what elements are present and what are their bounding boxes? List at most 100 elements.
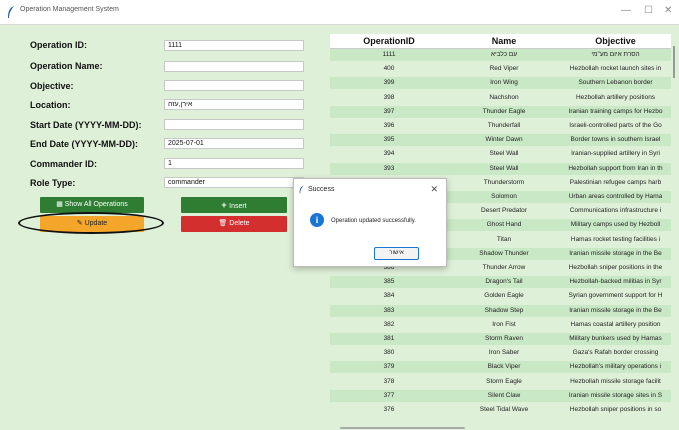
- trash-icon: 🗑: [218, 220, 230, 227]
- cell-objective: Military bunkers used by Hamas: [569, 335, 662, 342]
- insert-label: Insert: [229, 203, 247, 210]
- dialog-ok-button[interactable]: אישור: [374, 247, 419, 260]
- cell-operation-id: 382: [383, 320, 395, 328]
- success-dialog: Success ✕ i Operation updated successful…: [293, 178, 447, 267]
- table-row[interactable]: 400 Red Viper Hezbollah rocket launch site…: [330, 63, 671, 76]
- cell-name: Titan: [496, 235, 512, 243]
- cell-objective: Hamas coastal artillery position: [570, 320, 661, 328]
- table-row[interactable]: 394 Steel Wall Iranian-supplied artillery …: [330, 148, 671, 161]
- header-name[interactable]: Name: [448, 36, 560, 46]
- show-all-operations-button[interactable]: ▦ Show All Operations: [40, 197, 144, 213]
- operation-name-input[interactable]: [164, 61, 304, 72]
- scrollbar-thumb[interactable]: [340, 427, 465, 429]
- cell-objective: Hezbollah sniper positions in so: [569, 406, 662, 413]
- cell-objective: Military camps used by Hezboll: [570, 221, 661, 229]
- cell-operation-id: 385: [383, 278, 395, 286]
- cell-name: Shadow Thunder: [479, 249, 529, 257]
- table-header: OperationID Name Objective: [330, 34, 671, 49]
- cell-name: Dragon's Tail: [485, 278, 523, 286]
- location-input[interactable]: [164, 99, 304, 110]
- table-row[interactable]: 393 Steel Wall Hezbollah support from Iran…: [330, 162, 671, 175]
- cell-name: Desert Predator: [481, 207, 527, 215]
- start-date-input[interactable]: [164, 119, 304, 130]
- delete-label: Delete: [229, 220, 250, 227]
- table-row[interactable]: 399 Iron Wing Southern Lebanon border: [330, 77, 671, 90]
- table-row[interactable]: 382 Iron Fist Hamas coastal artillery posi…: [330, 318, 671, 331]
- table-row[interactable]: 383 Shadow Step Iranian missile storage in…: [330, 304, 671, 317]
- label-commander-id: Commander ID:: [30, 159, 98, 169]
- cell-name: Black Viper: [487, 363, 521, 371]
- cell-name: Solomon: [491, 193, 517, 200]
- delete-button[interactable]: 🗑 Delete: [181, 216, 287, 232]
- cell-objective: Southern Lebanon border: [578, 79, 653, 87]
- header-operation-id[interactable]: OperationID: [330, 36, 448, 46]
- cell-operation-id: 397: [383, 107, 395, 115]
- cell-objective: Iranian-supplied artillery in Syri: [571, 150, 660, 158]
- dialog-close-button[interactable]: ✕: [430, 184, 438, 195]
- header-objective[interactable]: Objective: [560, 36, 671, 46]
- cell-operation-id: 396: [383, 122, 395, 129]
- cell-objective: Israeli-controlled parts of the Go: [569, 122, 662, 129]
- end-date-input[interactable]: [164, 138, 304, 149]
- cell-name: Nachshon: [489, 93, 519, 101]
- cell-objective: Hezbollah artillery positions: [575, 93, 656, 101]
- cell-operation-id: 384: [383, 292, 395, 300]
- commander-id-input[interactable]: [164, 158, 304, 169]
- cell-name: Winter Dawn: [485, 136, 523, 144]
- cell-operation-id: 400: [383, 65, 395, 73]
- table-row[interactable]: 379 Black Viper Hezbollah's military opera…: [330, 361, 671, 374]
- table-row[interactable]: 385 Dragon's Tail Hezbollah-backed militia…: [330, 276, 671, 289]
- table-row[interactable]: 1111 עם כלביא הסרת איום מע"מי: [330, 49, 671, 61]
- horizontal-scrollbar[interactable]: [330, 426, 671, 430]
- cell-objective: Hezbollah rocket launch sites in: [569, 65, 662, 73]
- table-row[interactable]: 381 Storm Raven Military bunkers used by H…: [330, 333, 671, 345]
- cell-name: Storm Eagle: [486, 377, 522, 385]
- cell-name: Iron Fist: [492, 320, 516, 328]
- table-row[interactable]: 384 Golden Eagle Syrian government support…: [330, 290, 671, 303]
- label-end-date: End Date (YYYY-MM-DD):: [30, 139, 138, 149]
- cell-name: Golden Eagle: [484, 292, 524, 300]
- role-type-input[interactable]: [164, 177, 304, 188]
- cell-operation-id: 1111: [382, 51, 396, 58]
- table-row[interactable]: 377 Silent Claw Iranian missile storage si…: [330, 389, 671, 402]
- show-all-label: Show All Operations: [64, 201, 128, 208]
- table-row[interactable]: 396 Thunderfall Israeli-controlled parts o…: [330, 120, 671, 132]
- cell-name: Steel Wall: [489, 164, 519, 172]
- cell-name: Thunder Eagle: [482, 107, 526, 115]
- title-bar: Operation Management System — ☐ ✕: [0, 0, 679, 25]
- table-row[interactable]: 398 Nachshon Hezbollah artillery positions: [330, 91, 671, 104]
- close-button[interactable]: ✕: [664, 5, 672, 16]
- insert-button[interactable]: + Insert: [181, 197, 287, 213]
- scrollbar-thumb[interactable]: [673, 46, 675, 78]
- cell-operation-id: 398: [383, 93, 395, 101]
- cell-objective: Border towns in southern Israel: [570, 136, 661, 144]
- minimize-button[interactable]: —: [621, 5, 631, 16]
- cell-name: Silent Claw: [487, 391, 521, 399]
- cell-objective: Hezbollah's military operations i: [569, 363, 662, 371]
- feather-icon: [8, 6, 14, 18]
- cell-objective: Hezbollah-backed militias in Syr: [569, 278, 662, 286]
- dialog-message: Operation updated successfully.: [331, 218, 416, 224]
- table-row[interactable]: 395 Winter Dawn Border towns in southern I…: [330, 134, 671, 147]
- table-row[interactable]: 378 Storm Eagle Hezbollah missile storage …: [330, 375, 671, 388]
- cell-operation-id: 378: [383, 377, 395, 385]
- cell-name: Thunderstorm: [483, 178, 525, 186]
- table-row[interactable]: 397 Thunder Eagle Iranian training camps f…: [330, 105, 671, 118]
- cell-objective: Iranian missile storage sites in S: [568, 391, 663, 399]
- cell-objective: Iranian missile storage in the Be: [569, 249, 662, 257]
- cell-name: Steel Wall: [489, 150, 519, 158]
- cell-operation-id: 379: [383, 363, 395, 371]
- maximize-button[interactable]: ☐: [644, 5, 653, 16]
- table-row[interactable]: 376 Steel Tidal Wave Hezbollah sniper posi…: [330, 404, 671, 416]
- vertical-scrollbar[interactable]: [671, 34, 677, 426]
- objective-input[interactable]: [164, 80, 304, 91]
- table-row[interactable]: 380 Iron Saber Gaza's Rafah border crossin…: [330, 347, 671, 360]
- cell-objective: Palestinian refugee camps harb: [569, 178, 662, 186]
- operation-id-input[interactable]: [164, 40, 304, 51]
- cell-operation-id: 394: [383, 150, 395, 158]
- plus-icon: +: [221, 200, 230, 210]
- cell-objective: Urban areas controlled by Hama: [568, 193, 663, 200]
- cell-name: Red Viper: [489, 65, 519, 73]
- feather-icon: [299, 185, 304, 194]
- cell-name: Thunderfall: [487, 122, 521, 129]
